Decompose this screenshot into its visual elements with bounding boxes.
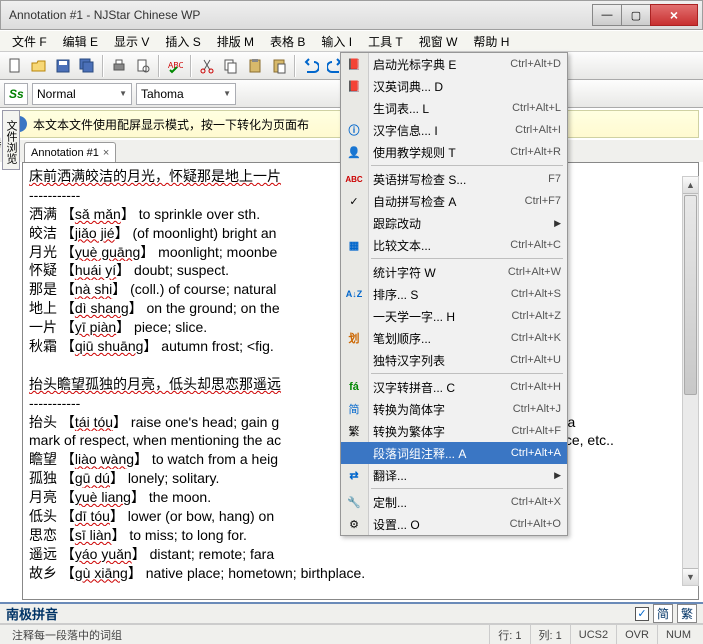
menu-view[interactable]: 显示 V [106, 31, 157, 52]
scroll-thumb[interactable] [684, 195, 697, 395]
status-encoding: UCS2 [570, 625, 616, 644]
status-num: NUM [657, 625, 699, 644]
scroll-down-icon[interactable]: ▼ [683, 568, 698, 585]
cut-icon[interactable] [196, 55, 218, 77]
menu-item[interactable]: 生词表... LCtrl+Alt+L [341, 97, 567, 119]
open-icon[interactable] [28, 55, 50, 77]
vertical-scrollbar[interactable]: ▲ ▼ [682, 176, 699, 586]
paste-special-icon[interactable] [268, 55, 290, 77]
maximize-button[interactable]: ▢ [621, 4, 651, 26]
tab-close-icon[interactable]: × [103, 147, 109, 159]
font-combo[interactable]: Tahoma▼ [136, 83, 236, 105]
menu-item[interactable]: 划笔划顺序...Ctrl+Alt+K [341, 327, 567, 349]
simplified-badge[interactable]: 简 [653, 604, 673, 623]
status-col: 列: 1 [530, 625, 570, 644]
menu-insert[interactable]: 插入 S [157, 31, 208, 52]
save-all-icon[interactable] [76, 55, 98, 77]
save-icon[interactable] [52, 55, 74, 77]
close-button[interactable]: × [650, 4, 698, 26]
menu-help[interactable]: 帮助 H [465, 31, 517, 52]
menu-tools[interactable]: 工具 T [360, 31, 411, 52]
menu-table[interactable]: 表格 B [262, 31, 313, 52]
title-bar: Annotation #1 - NJStar Chinese WP — ▢ × [0, 0, 703, 30]
spellcheck-icon[interactable]: ABC [164, 55, 186, 77]
print-icon[interactable] [108, 55, 130, 77]
ime-checkbox[interactable]: ✓ [635, 607, 649, 621]
status-hint: 注释每一段落中的词组 [4, 625, 164, 644]
tab-label: Annotation #1 [31, 147, 99, 159]
minimize-button[interactable]: — [592, 4, 622, 26]
menu-item[interactable]: ABC英语拼写检查 S...F7 [341, 168, 567, 190]
menu-item[interactable]: 简转换为简体字Ctrl+Alt+J [341, 398, 567, 420]
menu-item[interactable]: ▦比较文本...Ctrl+Alt+C [341, 234, 567, 256]
new-doc-icon[interactable] [4, 55, 26, 77]
menu-item[interactable]: fá汉字转拼音... CCtrl+Alt+H [341, 376, 567, 398]
menu-bar: 文件 F 编辑 E 显示 V 插入 S 排版 M 表格 B 输入 I 工具 T … [0, 30, 703, 52]
menu-item[interactable]: 统计字符 WCtrl+Alt+W [341, 261, 567, 283]
menu-item[interactable]: 📕汉英词典... D [341, 75, 567, 97]
style-set-combo[interactable]: Ss [4, 83, 28, 105]
traditional-badge[interactable]: 繁 [677, 604, 697, 623]
status-bar: 注释每一段落中的词组 行: 1 列: 1 UCS2 OVR NUM [0, 624, 703, 644]
status-line: 行: 1 [489, 625, 529, 644]
menu-item[interactable]: 独特汉字列表Ctrl+Alt+U [341, 349, 567, 371]
document-tab[interactable]: Annotation #1 × [24, 142, 116, 162]
paste-icon[interactable] [244, 55, 266, 77]
ime-bar: 南极拼音 ✓ 简 繁 [0, 602, 703, 624]
file-browser-tab[interactable]: 文件浏览器 [2, 110, 20, 170]
menu-item[interactable]: 跟踪改动▶ [341, 212, 567, 234]
menu-item[interactable]: 🔧定制...Ctrl+Alt+X [341, 491, 567, 513]
tools-menu-dropdown: 📕启动光标字典 ECtrl+Alt+D📕汉英词典... D生词表... LCtr… [340, 52, 568, 536]
menu-item[interactable]: ✓自动拼写检查 ACtrl+F7 [341, 190, 567, 212]
print-preview-icon[interactable] [132, 55, 154, 77]
ime-name: 南极拼音 [6, 604, 58, 623]
status-ovr: OVR [616, 625, 657, 644]
info-text: 本文本文件使用配屏显示模式，按一下转化为页面布 [33, 116, 309, 133]
window-controls: — ▢ × [593, 4, 698, 26]
menu-edit[interactable]: 编辑 E [55, 31, 106, 52]
menu-item[interactable]: 段落词组注释... ACtrl+Alt+A [341, 442, 567, 464]
menu-format[interactable]: 排版 M [209, 31, 262, 52]
menu-input[interactable]: 输入 I [313, 31, 360, 52]
menu-item[interactable]: 👤使用教学规则 TCtrl+Alt+R [341, 141, 567, 163]
menu-item[interactable]: A↓Z排序... SCtrl+Alt+S [341, 283, 567, 305]
copy-icon[interactable] [220, 55, 242, 77]
menu-item[interactable]: 繁转换为繁体字Ctrl+Alt+F [341, 420, 567, 442]
menu-file[interactable]: 文件 F [4, 31, 55, 52]
paragraph-style-combo[interactable]: Normal▼ [32, 83, 132, 105]
menu-item[interactable]: 一天学一字... HCtrl+Alt+Z [341, 305, 567, 327]
menu-item[interactable]: 📕启动光标字典 ECtrl+Alt+D [341, 53, 567, 75]
undo-icon[interactable] [300, 55, 322, 77]
menu-window[interactable]: 视窗 W [411, 31, 466, 52]
menu-item[interactable]: ⚙设置... OCtrl+Alt+O [341, 513, 567, 535]
window-title: Annotation #1 - NJStar Chinese WP [9, 8, 593, 22]
menu-item[interactable]: ⓘ汉字信息... ICtrl+Alt+I [341, 119, 567, 141]
scroll-up-icon[interactable]: ▲ [683, 177, 698, 194]
menu-item[interactable]: ⇄翻译...▶ [341, 464, 567, 486]
